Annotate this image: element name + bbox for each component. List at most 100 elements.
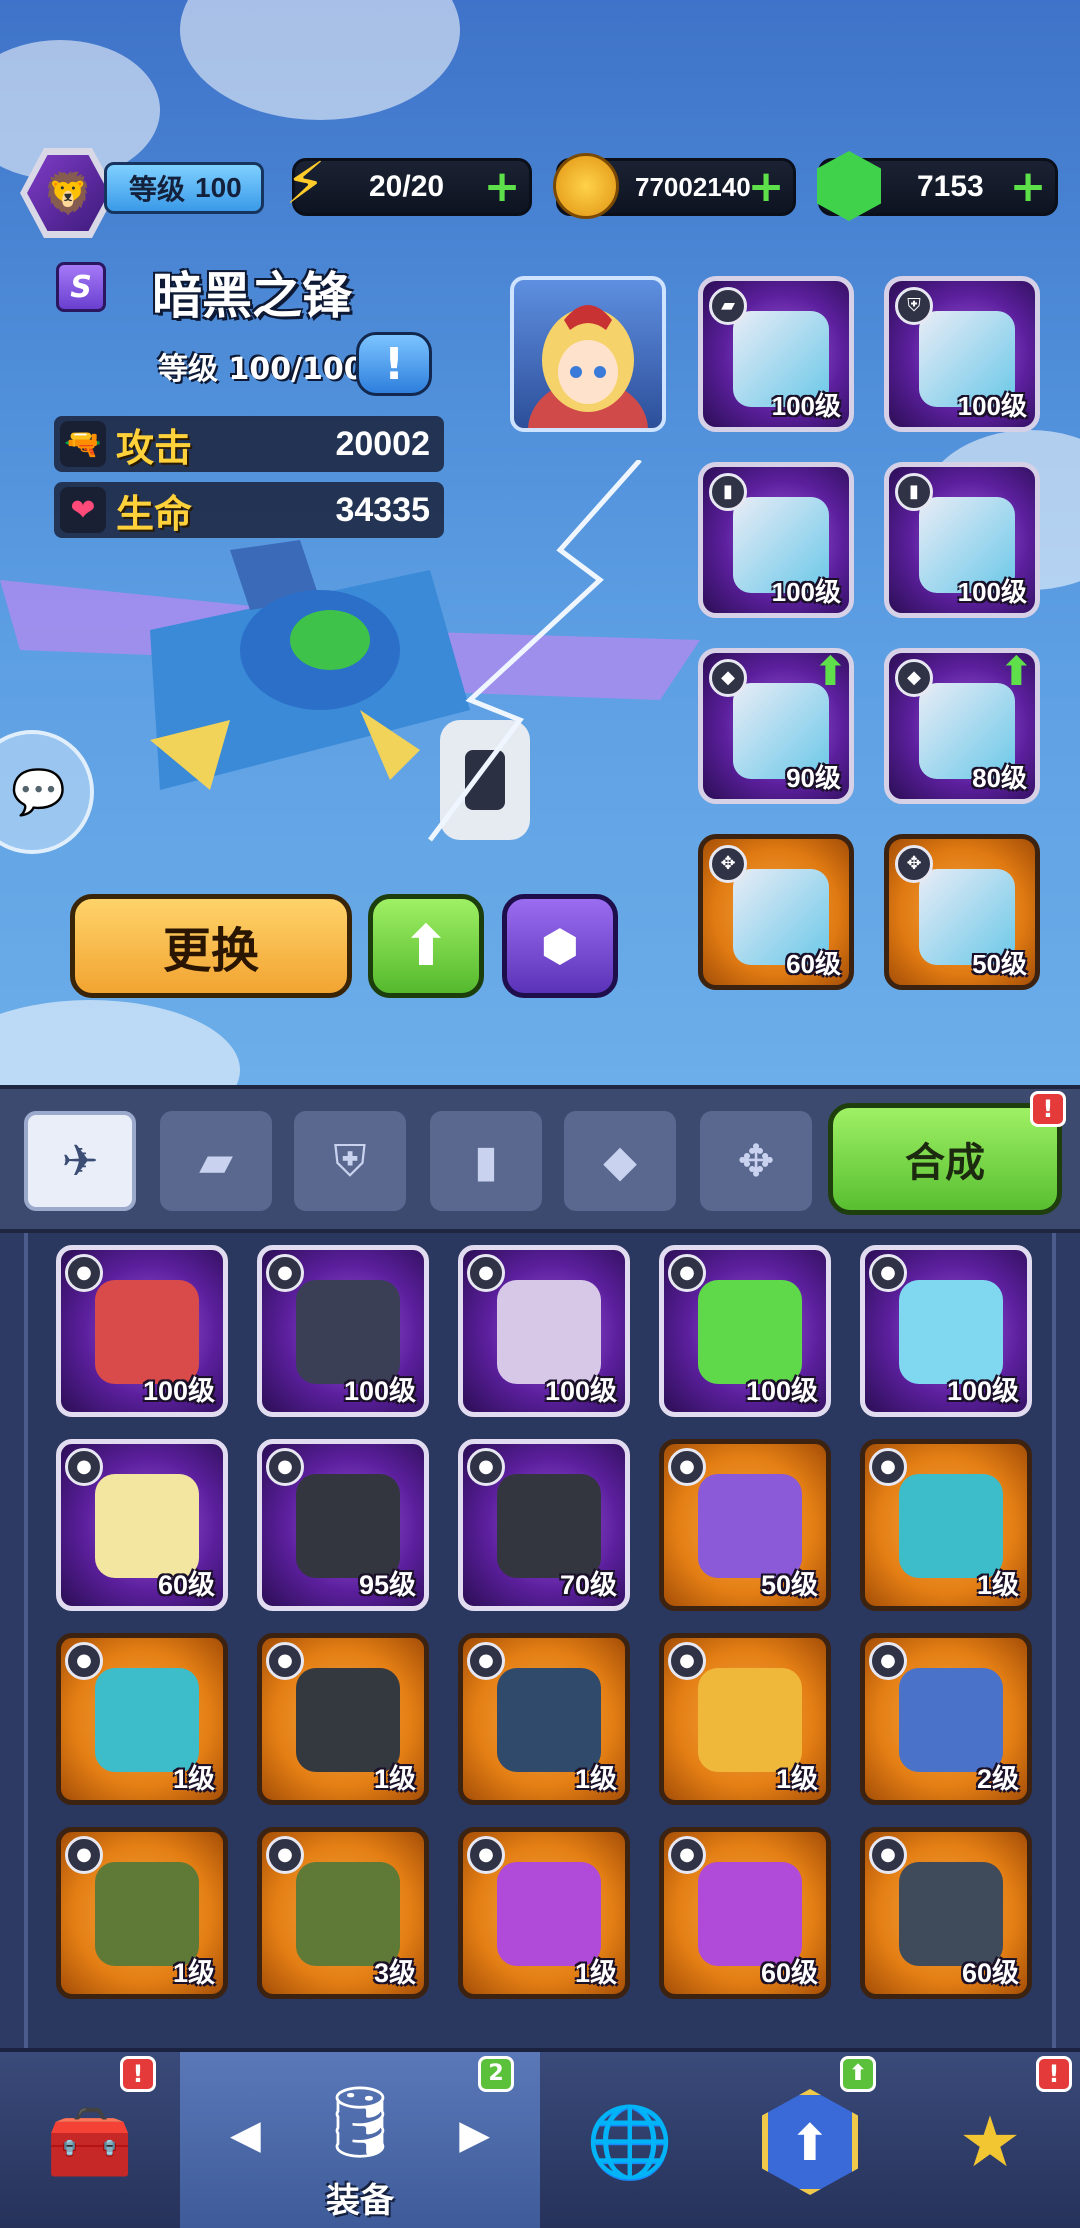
equipment-type-icon: ● (668, 1254, 706, 1292)
missile-type-icon: ▰ (709, 287, 747, 325)
equipped-slot[interactable]: ▮ 100级 (884, 462, 1040, 618)
equipment-type-icon: ● (668, 1642, 706, 1680)
replace-button[interactable]: 更换 (70, 894, 352, 998)
capsule-type-icon: ▮ (895, 473, 933, 511)
tab-drone[interactable]: ◆ (564, 1111, 676, 1211)
gold-counter: 77002140 + (553, 153, 796, 219)
inventory-item[interactable]: ● 100级 (659, 1245, 831, 1417)
gem-value: 7153 (917, 170, 984, 203)
equipped-slot[interactable]: ◆ ⬆ 80级 (884, 648, 1040, 804)
add-gems-button[interactable]: + (1009, 165, 1047, 209)
equipment-level: 95级 (358, 1570, 416, 1600)
inventory-item[interactable]: ● 60级 (860, 1827, 1032, 1999)
equipped-slot[interactable]: ▰ 100级 (698, 276, 854, 432)
star-medal-icon: ★ (958, 2101, 1022, 2183)
inventory-item[interactable]: ● 50级 (659, 1439, 831, 1611)
capsule-type-icon: ▮ (709, 473, 747, 511)
pilot-portrait[interactable] (510, 276, 666, 432)
gold-coin-icon (553, 153, 619, 219)
inventory-item[interactable]: ● 100级 (257, 1245, 429, 1417)
lion-emblem-icon: 🦁 (27, 155, 109, 231)
tab-chip[interactable]: ✥ (700, 1111, 812, 1211)
equipment-level: 100级 (771, 577, 841, 607)
equipment-level: 1级 (172, 1764, 215, 1794)
equipment-level: 3级 (373, 1958, 416, 1988)
inventory-item[interactable]: ● 60级 (56, 1439, 228, 1611)
equipped-slot[interactable]: ▮ 100级 (698, 462, 854, 618)
plane-module-button[interactable]: ⬢ (502, 894, 618, 998)
equipment-type-icon: ● (65, 1836, 103, 1874)
plane-name: 暗黑之锋 (152, 267, 352, 325)
equipped-slot[interactable]: ◆ ⬆ 90级 (698, 648, 854, 804)
cloud (0, 1000, 240, 1085)
equipped-slot[interactable]: ✥ 50级 (884, 834, 1040, 990)
capsule-icon: ▮ (473, 1135, 499, 1187)
inventory-item[interactable]: ● 1级 (56, 1633, 228, 1805)
inventory-item[interactable]: ● 60级 (659, 1827, 831, 1999)
gold-value: 77002140 (635, 171, 751, 202)
upgrade-hex-icon: ⬆ (762, 2089, 858, 2195)
nav-world[interactable]: 🌐 (540, 2052, 720, 2228)
level-value: 100 (195, 172, 242, 203)
equipment-type-icon: ● (467, 1448, 505, 1486)
shield-type-icon: ⛨ (895, 287, 933, 325)
tab-armor[interactable]: ⛨ (294, 1111, 406, 1211)
drone-type-icon: ◆ (895, 659, 933, 697)
inventory-item[interactable]: ● 1级 (458, 1827, 630, 1999)
inventory-item[interactable]: ● 70级 (458, 1439, 630, 1611)
equipment-level: 100级 (745, 1376, 818, 1406)
equipment-type-icon: ● (869, 1254, 907, 1292)
upgrade-arrow-icon: ⬆ (813, 649, 847, 695)
equipment-type-icon: ● (266, 1836, 304, 1874)
cannon-icon: 🛢 (315, 2080, 405, 2163)
inventory-item[interactable]: ● 3级 (257, 1827, 429, 1999)
chat-bubble-icon: 💬 (11, 767, 66, 818)
add-energy-button[interactable]: + (483, 165, 521, 209)
tab-plane[interactable]: ✈ (24, 1111, 136, 1211)
inventory-item[interactable]: ● 100级 (860, 1245, 1032, 1417)
inventory-item[interactable]: ● 100级 (56, 1245, 228, 1417)
upgrade-arrow-icon: ⬆ (999, 649, 1033, 695)
equipment-level: 100级 (343, 1376, 416, 1406)
merge-button[interactable]: 合成 (828, 1103, 1062, 1215)
equipment-nav-label: 装备 (326, 2181, 394, 2221)
equipment-count-badge: 2 (478, 2056, 514, 2092)
hp-value: 34335 (335, 490, 430, 529)
inventory-item[interactable]: ● 1级 (257, 1633, 429, 1805)
upgrade-arrow-button[interactable]: ⬆ (368, 894, 484, 998)
up-arrow-icon: ⬆ (402, 913, 450, 979)
nav-equipment[interactable]: ◀ 🛢 ▶ 装备 2 (180, 2052, 540, 2228)
upgrade-available-badge: ⬆ (840, 2056, 876, 2092)
inventory-item[interactable]: ● 1级 (659, 1633, 831, 1805)
plane-rank-badge: S (56, 262, 106, 312)
nav-chest[interactable]: 🧰 ! (0, 2052, 180, 2228)
equipped-slot[interactable]: ✥ 60级 (698, 834, 854, 990)
inventory-item[interactable]: ● 1级 (56, 1827, 228, 1999)
tab-capsule[interactable]: ▮ (430, 1111, 542, 1211)
chevron-right-icon[interactable]: ▶ (459, 2112, 490, 2158)
inventory-item[interactable]: ● 1级 (860, 1439, 1032, 1611)
inventory-item[interactable]: ● 100级 (458, 1245, 630, 1417)
equipment-type-icon: ● (467, 1642, 505, 1680)
shield-icon: ⛨ (333, 1135, 367, 1187)
plane-info-button[interactable]: ! (356, 332, 432, 396)
inventory-grid: ● 100级 ● 100级 ● 100级 ● 100级 ● 100级 ● 60级 ● 95级 ● 70级 ● 50… (24, 1233, 1056, 2048)
equipment-level: 1级 (574, 1764, 617, 1794)
nav-rank[interactable]: ★ ! (900, 2052, 1080, 2228)
tab-missile[interactable]: ▰ (160, 1111, 272, 1211)
equipment-type-icon: ● (266, 1448, 304, 1486)
inventory-item[interactable]: ● 1级 (458, 1633, 630, 1805)
equipped-slot[interactable]: ⛨ 100级 (884, 276, 1040, 432)
chevron-left-icon[interactable]: ◀ (230, 2112, 261, 2158)
merge-label: 合成 (905, 1140, 985, 1186)
equipment-type-icon: ● (65, 1254, 103, 1292)
equipment-category-tabs: ✈ ▰ ⛨ ▮ ◆ ✥ 合成 ! (0, 1085, 1080, 1233)
equipment-level: 1级 (574, 1958, 617, 1988)
equipment-level: 1级 (373, 1764, 416, 1794)
nav-upgrade[interactable]: ⬆ ⬆ (720, 2052, 900, 2228)
equipment-level: 100级 (946, 1376, 1019, 1406)
equipment-level: 100级 (771, 391, 841, 421)
add-gold-button[interactable]: + (747, 165, 785, 209)
inventory-item[interactable]: ● 95级 (257, 1439, 429, 1611)
inventory-item[interactable]: ● 2级 (860, 1633, 1032, 1805)
